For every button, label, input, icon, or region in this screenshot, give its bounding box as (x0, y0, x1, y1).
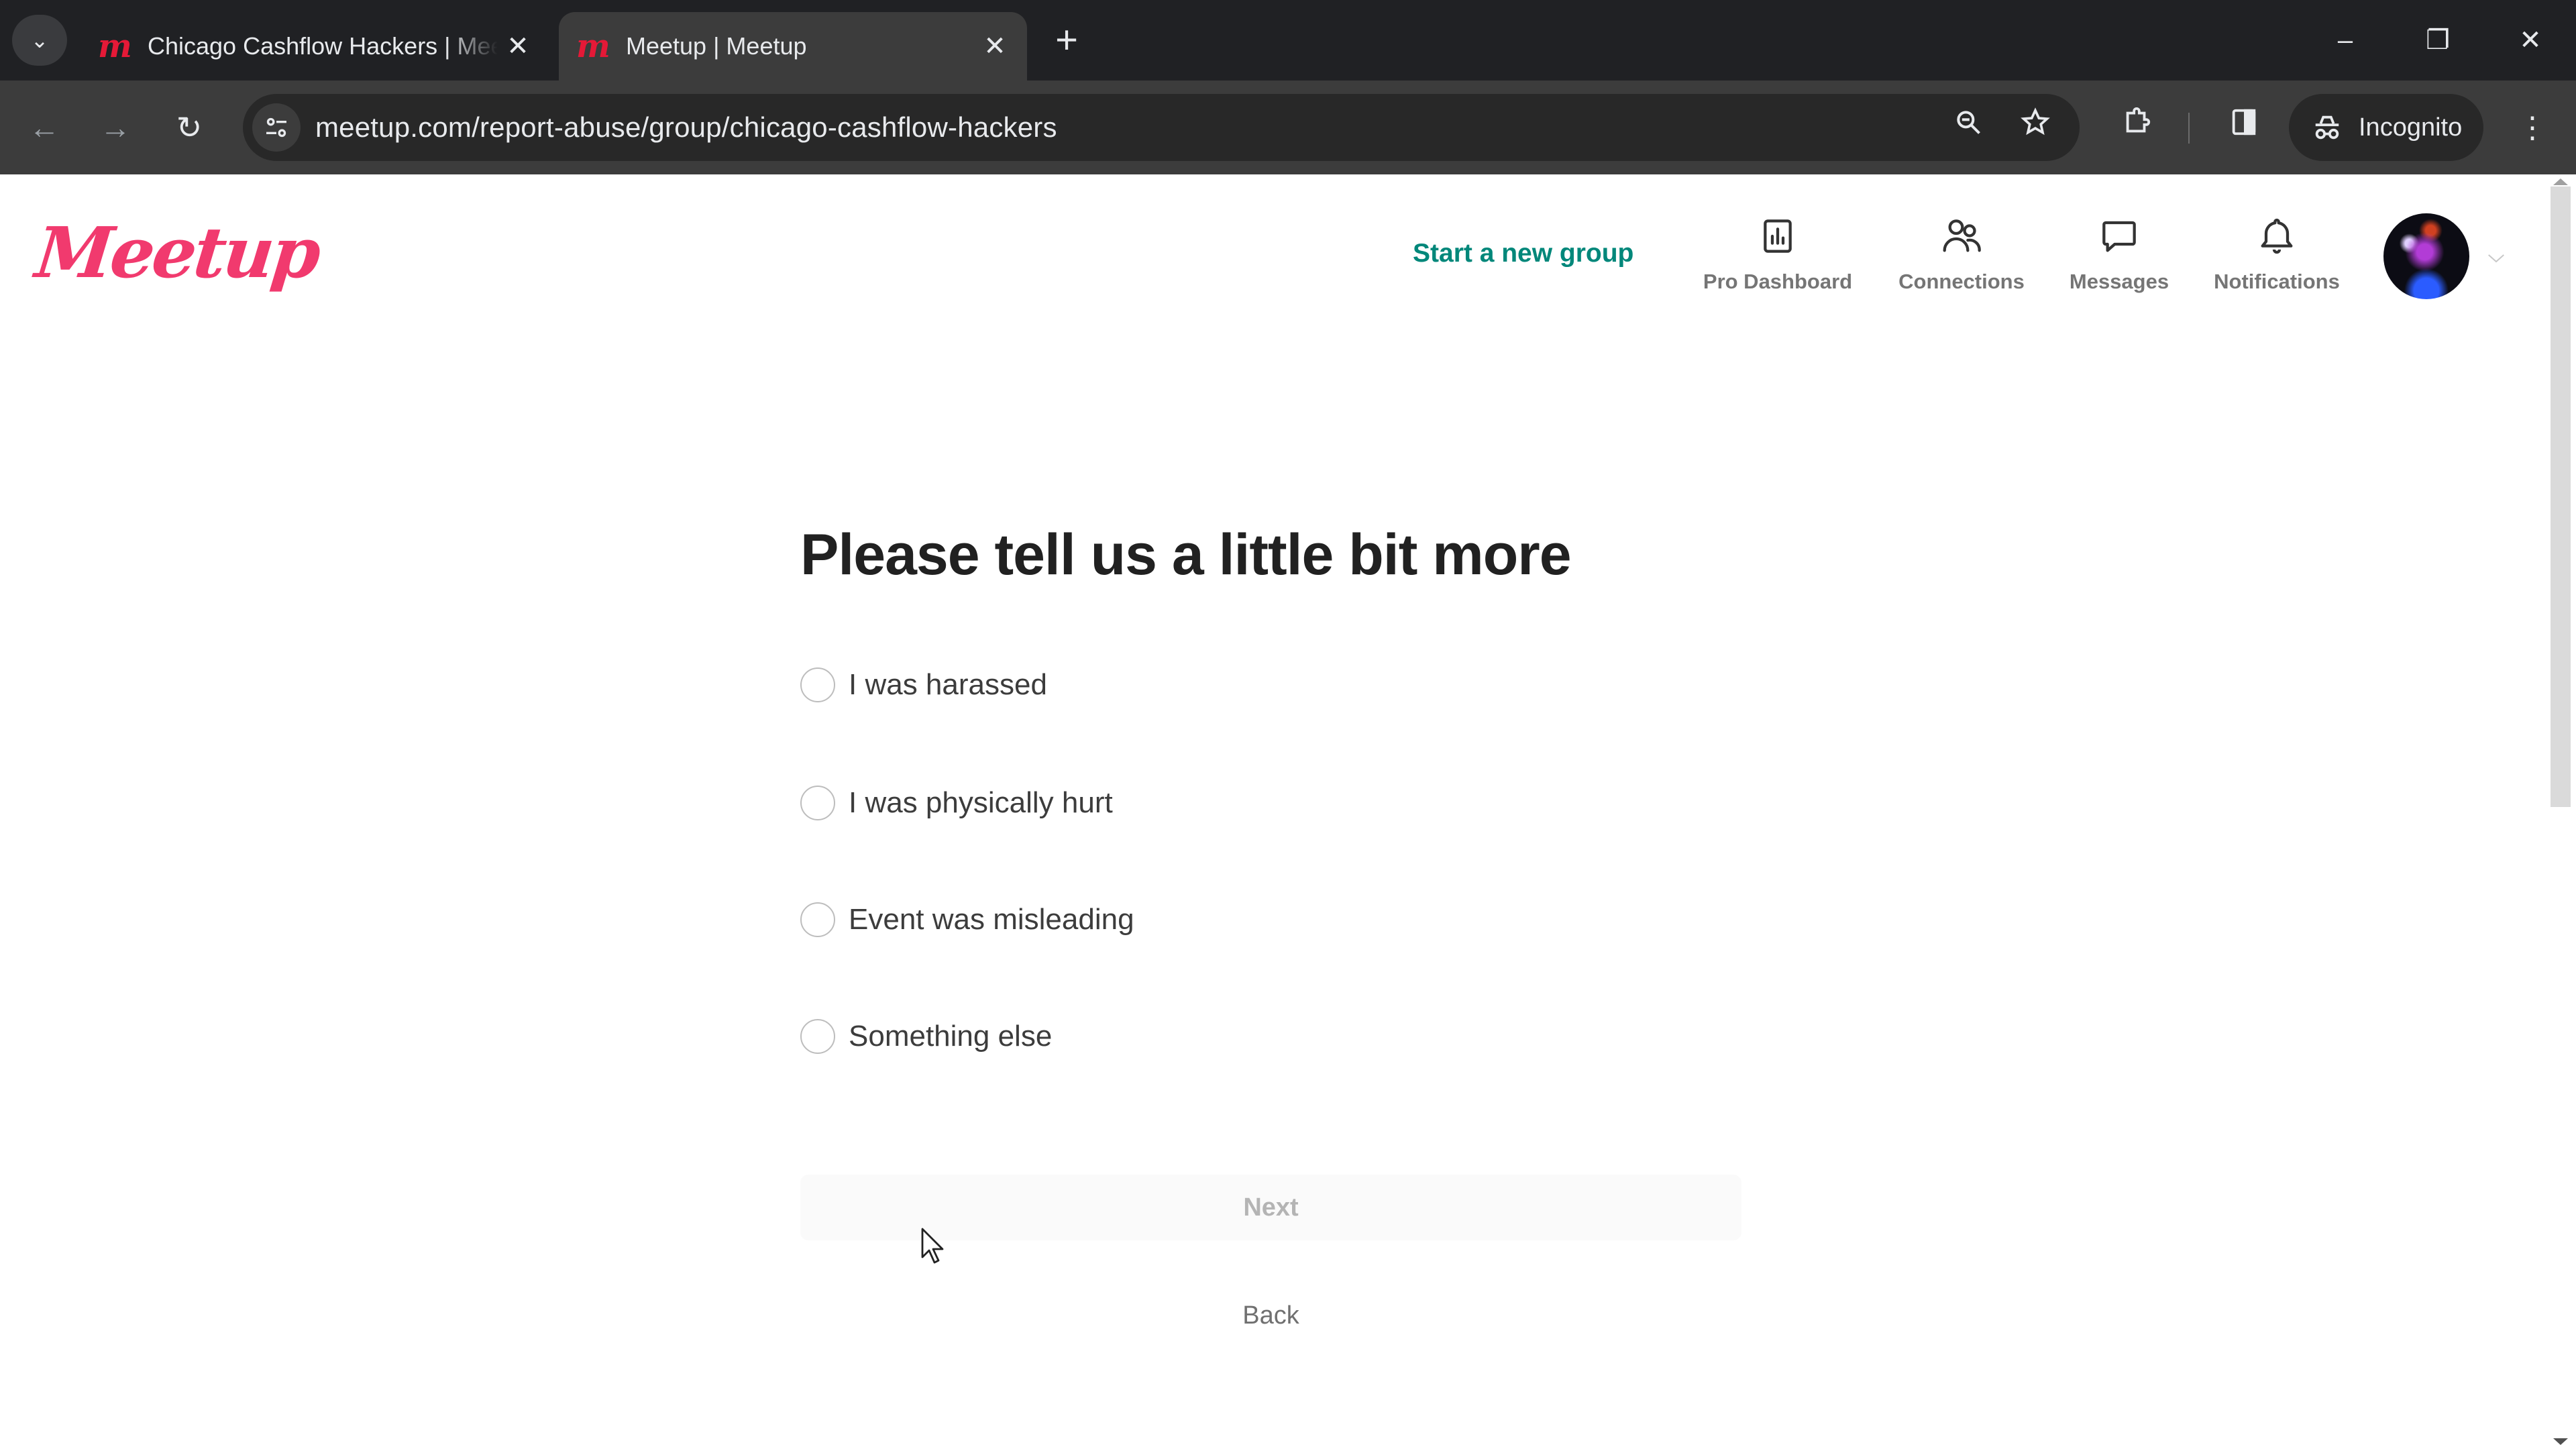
browser-tab-chicago-cashflow-hackers[interactable]: m Chicago Cashflow Hackers | Meetup ✕ (80, 12, 550, 80)
option-event-misleading[interactable]: Event was misleading (800, 898, 1134, 941)
browser-menu-icon[interactable]: ⋮ (2509, 105, 2556, 152)
side-panel-icon[interactable] (2220, 105, 2267, 152)
close-tab-icon[interactable]: ✕ (975, 31, 1015, 62)
start-new-group-link[interactable]: Start a new group (1413, 239, 1633, 268)
browser-toolbar: ← → ↻ meetup.com/report-abuse/group/chic… (0, 80, 2576, 174)
restore-window-button[interactable]: ❐ (2404, 13, 2471, 67)
chevron-down-icon[interactable] (2486, 248, 2506, 268)
nav-label: Messages (2069, 270, 2169, 293)
incognito-icon (2315, 115, 2339, 140)
back-link[interactable]: Back (800, 1301, 1741, 1330)
nav-pro-dashboard[interactable]: Pro Dashboard (1697, 215, 1858, 294)
option-label: Event was misleading (849, 903, 1134, 936)
meetup-favicon-icon: m (576, 28, 610, 65)
option-label: I was harassed (849, 668, 1047, 701)
nav-messages[interactable]: Messages (2039, 215, 2200, 294)
option-physically-hurt[interactable]: I was physically hurt (800, 782, 1113, 824)
chevron-down-icon: ⌄ (30, 28, 49, 52)
people-icon (1943, 219, 1981, 252)
page-scrollbar[interactable] (2545, 174, 2576, 1449)
nav-notifications[interactable]: Notifications (2196, 215, 2357, 294)
zoom-icon[interactable] (1947, 106, 1990, 149)
incognito-label: Incognito (2359, 113, 2463, 142)
option-label: Something else (849, 1020, 1053, 1053)
option-harassed[interactable]: I was harassed (800, 663, 1047, 706)
bar-chart-icon (1764, 219, 1792, 253)
mouse-cursor-icon (921, 1228, 944, 1264)
user-avatar[interactable] (2383, 213, 2469, 299)
scroll-up-arrow-icon[interactable] (2553, 178, 2568, 185)
minimize-window-button[interactable]: – (2312, 13, 2379, 67)
bell-icon (2261, 218, 2293, 254)
close-tab-icon[interactable]: ✕ (498, 31, 538, 62)
page-title: Please tell us a little bit more (800, 523, 1572, 587)
reload-icon[interactable]: ↻ (164, 102, 215, 153)
tab-search-button[interactable]: ⌄ (12, 15, 67, 66)
page: Meetup Start a new group Pro Dashboard C… (0, 174, 2576, 1449)
meetup-favicon-icon: m (98, 28, 132, 65)
scroll-down-arrow-icon[interactable] (2553, 1438, 2568, 1445)
option-something-else[interactable]: Something else (800, 1015, 1052, 1058)
chat-bubble-icon (2102, 221, 2136, 252)
radio-button[interactable] (800, 902, 835, 937)
browser-tab-strip: ⌄ m Chicago Cashflow Hackers | Meetup ✕ … (0, 0, 2576, 80)
nav-label: Pro Dashboard (1703, 270, 1853, 293)
back-arrow-icon[interactable]: ← (19, 102, 70, 153)
close-window-button[interactable]: ✕ (2497, 13, 2564, 67)
site-info-icon[interactable] (252, 103, 301, 152)
extensions-puzzle-icon[interactable] (2113, 105, 2160, 152)
tab-title: Chicago Cashflow Hackers | Meetup (148, 32, 498, 60)
url-text[interactable]: meetup.com/report-abuse/group/chicago-ca… (315, 94, 1057, 161)
radio-button[interactable] (800, 786, 835, 820)
scrollbar-thumb[interactable] (2551, 186, 2571, 807)
forward-arrow-icon[interactable]: → (90, 102, 141, 153)
radio-button[interactable] (800, 667, 835, 702)
radio-button[interactable] (800, 1019, 835, 1054)
nav-label: Notifications (2214, 270, 2340, 293)
meetup-logo[interactable]: Meetup (32, 211, 323, 294)
address-bar[interactable]: meetup.com/report-abuse/group/chicago-ca… (243, 94, 2080, 161)
bookmark-star-icon[interactable] (2014, 106, 2057, 149)
new-tab-button[interactable]: + (1046, 19, 1087, 62)
browser-tab-meetup[interactable]: m Meetup | Meetup ✕ (559, 12, 1027, 80)
toolbar-divider (2188, 113, 2190, 144)
tab-title: Meetup | Meetup (626, 32, 807, 60)
nav-label: Connections (1898, 270, 2025, 293)
incognito-profile-button[interactable]: Incognito (2289, 94, 2483, 161)
option-label: I was physically hurt (849, 786, 1113, 819)
nav-connections[interactable]: Connections (1881, 215, 2042, 294)
